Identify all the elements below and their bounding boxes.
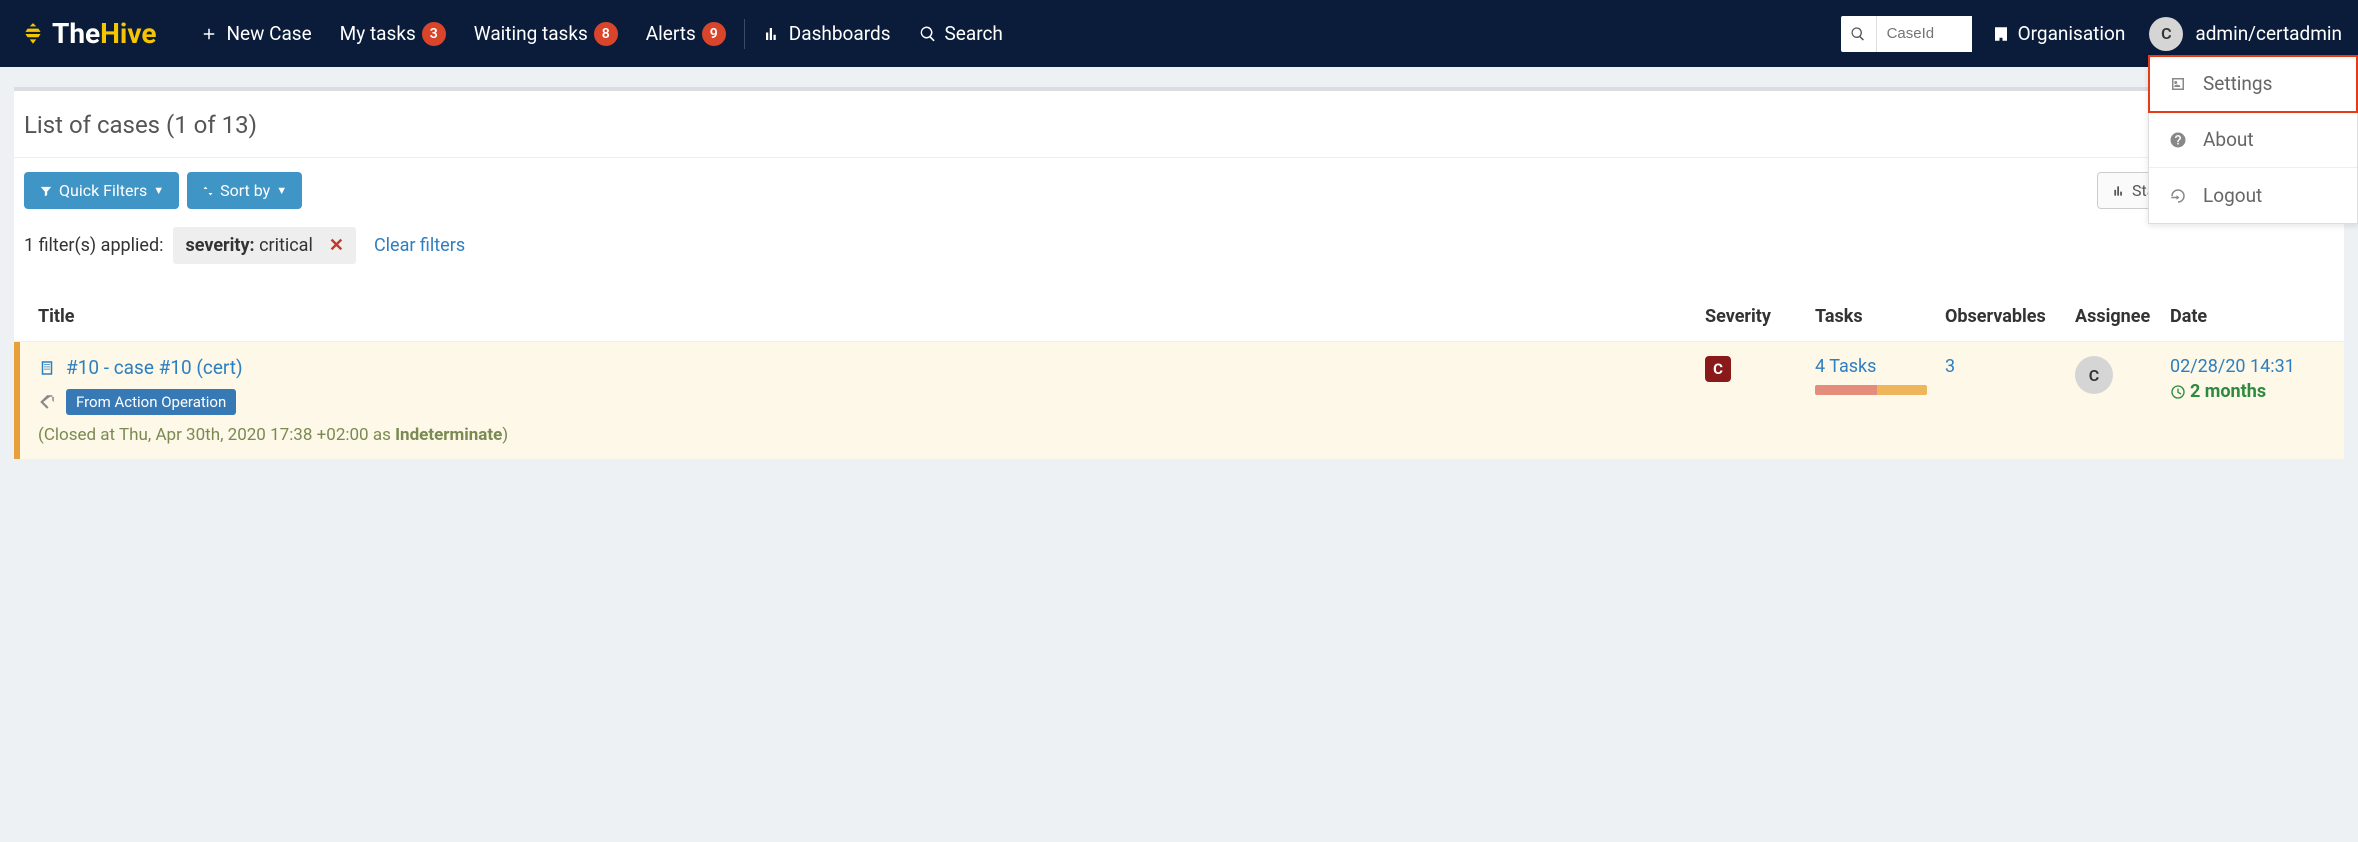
col-title: Title (38, 306, 1705, 327)
dropdown-logout[interactable]: Logout (2149, 168, 2357, 223)
assignee-avatar[interactable]: C (2075, 356, 2113, 394)
nav-my-tasks-label: My tasks (340, 22, 416, 45)
row-observables-cell: 3 (1945, 356, 2075, 445)
closed-note: (Closed at Thu, Apr 30th, 2020 17:38 +02… (38, 425, 1705, 445)
filters-applied-text: 1 filter(s) applied: (24, 235, 163, 256)
tasks-progress-bar (1815, 385, 1927, 395)
col-severity: Severity (1705, 306, 1815, 327)
row-age-text: 2 months (2190, 381, 2266, 402)
navbar-right: Organisation C admin/certadmin (1841, 16, 2348, 52)
avatar: C (2149, 17, 2183, 51)
organisation-menu[interactable]: Organisation (1992, 22, 2126, 45)
nav-waiting-tasks[interactable]: Waiting tasks 8 (460, 14, 632, 54)
user-name: admin/certadmin (2195, 22, 2342, 45)
tag-row: From Action Operation (38, 389, 1705, 415)
organisation-label: Organisation (2018, 22, 2126, 45)
dropdown-about[interactable]: About (2149, 112, 2357, 168)
row-date-cell: 02/28/20 14:31 2 months (2170, 356, 2320, 445)
sort-by-button[interactable]: Sort by ▼ (187, 172, 302, 209)
severity-badge: C (1705, 356, 1731, 382)
row-title-cell: #10 - case #10 (cert) From Action Operat… (38, 356, 1705, 445)
logout-icon (2169, 187, 2187, 205)
logo-text-hive: Hive (100, 17, 156, 50)
row-assignee-cell: C (2075, 356, 2170, 445)
table-header: Title Severity Tasks Observables Assigne… (14, 292, 2344, 342)
remove-filter-icon[interactable]: ✕ (329, 235, 344, 256)
caseid-input[interactable] (1877, 16, 1972, 52)
filter-chip-severity: severity: critical ✕ (173, 227, 355, 264)
filter-row: 1 filter(s) applied: severity: critical … (14, 223, 2344, 292)
dropdown-settings-label: Settings (2203, 72, 2272, 95)
row-age: 2 months (2170, 381, 2320, 402)
nav-my-tasks[interactable]: My tasks 3 (326, 14, 460, 54)
caret-down-icon: ▼ (153, 184, 164, 197)
col-tasks: Tasks (1815, 306, 1945, 327)
avatar-initial: C (2161, 24, 2171, 43)
nav-items: New Case My tasks 3 Waiting tasks 8 Aler… (186, 14, 1016, 54)
cases-panel: List of cases (1 of 13) Quick Filters ▼ … (14, 87, 2344, 459)
nav-waiting-tasks-label: Waiting tasks (474, 22, 588, 45)
table-row: #10 - case #10 (cert) From Action Operat… (14, 342, 2344, 459)
sort-icon (202, 184, 214, 198)
search-icon (919, 25, 937, 43)
col-date: Date (2170, 306, 2320, 327)
case-link[interactable]: #10 - case #10 (cert) (38, 356, 1705, 379)
user-menu[interactable]: C admin/certadmin (2149, 17, 2348, 51)
nav-dashboards-label: Dashboards (789, 22, 891, 45)
nav-alerts[interactable]: Alerts 9 (632, 14, 740, 54)
case-icon (38, 359, 56, 377)
nav-search[interactable]: Search (905, 14, 1017, 54)
logo-text-the: The (52, 17, 100, 50)
dropdown-about-label: About (2203, 128, 2254, 151)
content: List of cases (1 of 13) Quick Filters ▼ … (0, 67, 2358, 479)
id-card-icon (2169, 75, 2187, 93)
case-link-text: #10 - case #10 (cert) (66, 356, 243, 379)
tasks-bar-seg1 (1815, 385, 1877, 395)
sort-by-label: Sort by (220, 181, 270, 200)
bar-chart-icon (2112, 184, 2126, 198)
question-circle-icon (2169, 131, 2187, 149)
plus-icon (200, 25, 218, 43)
quick-filters-button[interactable]: Quick Filters ▼ (24, 172, 179, 209)
nav-divider (744, 19, 745, 49)
observables-link[interactable]: 3 (1945, 356, 1955, 377)
clock-icon (2170, 384, 2186, 400)
dropdown-settings[interactable]: Settings (2149, 56, 2357, 112)
waiting-tasks-badge: 8 (594, 22, 618, 46)
navbar: TheHive New Case My tasks 3 Waiting task… (0, 0, 2358, 67)
caret-down-icon: ▼ (276, 184, 287, 197)
hive-logo-icon (20, 21, 46, 47)
panel-title: List of cases (1 of 13) (14, 91, 2344, 158)
nav-alerts-label: Alerts (646, 22, 696, 45)
tags-icon (38, 393, 56, 411)
col-observables: Observables (1945, 306, 2075, 327)
filter-icon (39, 184, 53, 198)
my-tasks-badge: 3 (422, 22, 446, 46)
dropdown-logout-label: Logout (2203, 184, 2262, 207)
nav-new-case-label: New Case (226, 22, 311, 45)
row-severity-cell: C (1705, 356, 1815, 445)
clear-filters-link[interactable]: Clear filters (374, 235, 465, 256)
user-dropdown: Settings About Logout (2148, 55, 2358, 224)
building-icon (1992, 25, 2010, 43)
row-date: 02/28/20 14:31 (2170, 356, 2320, 377)
tasks-bar-seg2 (1877, 385, 1927, 395)
col-assignee: Assignee (2075, 306, 2170, 327)
case-tag[interactable]: From Action Operation (66, 389, 236, 415)
caseid-search (1841, 16, 1972, 52)
nav-dashboards[interactable]: Dashboards (749, 14, 905, 54)
search-icon[interactable] (1841, 16, 1877, 52)
assignee-initial: C (2089, 366, 2099, 385)
toolbar: Quick Filters ▼ Sort by ▼ Stats (14, 158, 2344, 223)
bar-chart-icon (763, 25, 781, 43)
alerts-badge: 9 (702, 22, 726, 46)
nav-new-case[interactable]: New Case (186, 14, 325, 54)
nav-search-label: Search (945, 22, 1003, 45)
tasks-link[interactable]: 4 Tasks (1815, 356, 1945, 377)
logo[interactable]: TheHive (20, 17, 156, 50)
row-tasks-cell: 4 Tasks (1815, 356, 1945, 445)
filter-chip-label: severity: critical (185, 235, 312, 256)
quick-filters-label: Quick Filters (59, 181, 147, 200)
